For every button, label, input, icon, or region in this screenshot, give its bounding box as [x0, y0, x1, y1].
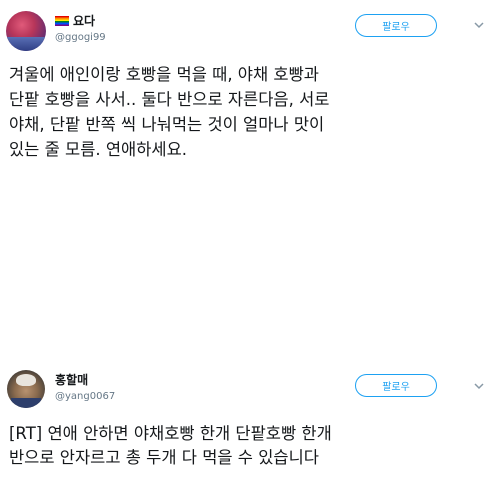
tweet-text-line: 겨울에 애인이랑 호빵을 먹을 때, 야채 호빵과	[9, 65, 319, 84]
chevron-down-icon[interactable]	[473, 380, 485, 392]
tweet: 요다 @ggogi99 팔로우 겨울에 애인이랑 호빵을 먹을 때, 야채 호빵…	[0, 0, 500, 300]
tweet-text-line: [RT] 연애 안하면 야채호빵 한개 단팥호빵 한개	[9, 424, 332, 443]
tweet: 홍할매 @yang0067 팔로우 [RT] 연애 안하면 야채호빵 한개 단팥…	[0, 358, 500, 481]
tweet-screenshot: 요다 @ggogi99 팔로우 겨울에 애인이랑 호빵을 먹을 때, 야채 호빵…	[0, 0, 500, 481]
avatar[interactable]	[6, 11, 46, 51]
follow-button[interactable]: 팔로우	[355, 14, 437, 37]
tweet-text: [RT] 연애 안하면 야채호빵 한개 단팥호빵 한개 반으로 안자르고 총 두…	[9, 422, 494, 470]
display-name[interactable]: 요다	[73, 12, 95, 29]
tweet-text-line: 반으로 안자르고 총 두개 다 먹을 수 있습니다	[9, 448, 319, 467]
tweet-text: 겨울에 애인이랑 호빵을 먹을 때, 야채 호빵과 단팥 호빵을 사서.. 둘다…	[9, 62, 494, 162]
tweet-text-line: 야채, 단팥 반쪽 씩 나눠먹는 것이 얼마나 맛이	[9, 115, 325, 134]
user-handle[interactable]: @yang0067	[55, 391, 115, 402]
tweet-text-line: 있는 줄 모름. 연애하세요.	[9, 140, 188, 159]
chevron-down-icon[interactable]	[473, 19, 485, 31]
display-name[interactable]: 홍할매	[55, 371, 88, 388]
avatar[interactable]	[7, 370, 45, 408]
user-name-row[interactable]: 홍할매	[55, 371, 88, 388]
follow-button[interactable]: 팔로우	[355, 374, 437, 397]
rainbow-flag-icon	[55, 15, 69, 26]
user-name-row[interactable]: 요다	[55, 12, 95, 29]
user-handle[interactable]: @ggogi99	[55, 32, 106, 43]
tweet-text-line: 단팥 호빵을 사서.. 둘다 반으로 자른다음, 서로	[9, 90, 330, 109]
